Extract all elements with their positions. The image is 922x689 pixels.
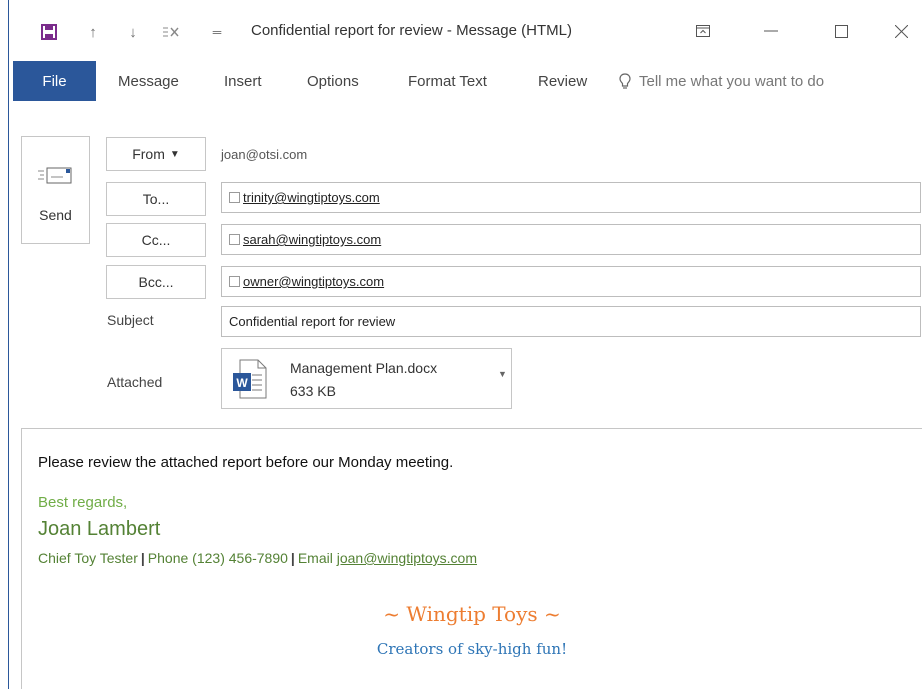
title-bar: ↑ ↓ ═ Confidential report for review - M… (9, 0, 922, 58)
bcc-recipient[interactable]: owner@wingtiptoys.com (243, 274, 384, 289)
brand-name: ~ Wingtip Toys ~ (383, 602, 561, 626)
tell-me-search[interactable]: Tell me what you want to do (619, 61, 824, 101)
to-recipient[interactable]: trinity@wingtiptoys.com (243, 190, 380, 205)
attachment-name: Management Plan.docx (290, 360, 438, 376)
attached-label: Attached (107, 374, 163, 390)
lightbulb-icon (619, 72, 631, 90)
tab-file[interactable]: File (13, 61, 96, 101)
signature-email-link[interactable]: joan@wingtiptoys.com (337, 550, 477, 566)
signature-phone: Phone (123) 456-7890 (147, 550, 288, 566)
tab-review[interactable]: Review (538, 61, 587, 101)
to-field[interactable]: trinity@wingtiptoys.com (221, 182, 921, 213)
minimize-icon[interactable] (757, 20, 785, 42)
next-item-icon[interactable]: ↓ (123, 22, 143, 42)
signature-email-label: Email (297, 550, 333, 566)
attachment-card[interactable]: W Management Plan.docx 633 KB ▼ (221, 348, 512, 409)
attachment-size: 633 KB (290, 383, 336, 399)
word-document-icon: W (232, 359, 268, 404)
svg-text:W: W (236, 376, 248, 390)
subject-field[interactable]: Confidential report for review (221, 306, 921, 337)
tab-message[interactable]: Message (118, 61, 179, 101)
brand-tagline: Creators of sky-high fun! (376, 640, 568, 658)
bcc-field[interactable]: owner@wingtiptoys.com (221, 266, 921, 297)
send-label: Send (39, 207, 72, 223)
attachment-dropdown-icon[interactable]: ▼ (498, 369, 507, 379)
recipient-checkbox-icon (229, 234, 240, 245)
message-body[interactable]: Please review the attached report before… (21, 428, 922, 689)
cc-recipient[interactable]: sarah@wingtiptoys.com (243, 232, 381, 247)
signature-name: Joan Lambert (38, 518, 161, 540)
signature-closing: Best regards, (38, 494, 128, 511)
bcc-button[interactable]: Bcc... (106, 265, 206, 299)
cc-field[interactable]: sarah@wingtiptoys.com (221, 224, 921, 255)
ribbon-display-options-icon[interactable] (689, 20, 717, 42)
subject-value: Confidential report for review (229, 314, 396, 329)
ribbon-tabs: File Message Insert Options Format Text … (9, 61, 922, 101)
to-button[interactable]: To... (106, 182, 206, 216)
previous-item-icon[interactable]: ↑ (83, 22, 103, 42)
message-window: ↑ ↓ ═ Confidential report for review - M… (8, 0, 922, 689)
recipient-checkbox-icon (229, 276, 240, 287)
save-icon[interactable] (39, 22, 59, 42)
tab-format-text[interactable]: Format Text (408, 61, 487, 101)
from-address: joan@otsi.com (221, 147, 308, 162)
maximize-icon[interactable] (827, 20, 855, 42)
recipient-checkbox-icon (229, 192, 240, 203)
signature-title: Chief Toy Tester (38, 550, 138, 566)
close-icon[interactable] (887, 20, 915, 42)
subject-label: Subject (107, 312, 154, 328)
send-button[interactable]: Send (21, 136, 90, 244)
window-title: Confidential report for review - Message… (251, 22, 572, 39)
tab-insert[interactable]: Insert (224, 61, 262, 101)
send-envelope-icon (38, 166, 74, 191)
signature-contact-line: Chief Toy Tester | Phone (123) 456-7890 | Em… (38, 550, 477, 566)
tell-me-text: Tell me what you want to do (639, 72, 825, 90)
signature-separator: | (140, 550, 145, 566)
signature-separator: | (290, 550, 295, 566)
cc-button[interactable]: Cc... (106, 223, 206, 257)
caret-down-icon: ▼ (169, 148, 180, 160)
from-label: From (132, 146, 165, 162)
from-button[interactable]: From ▼ (106, 137, 206, 171)
customize-toolbar-icon[interactable]: ═ (207, 22, 227, 42)
delete-icon[interactable] (161, 22, 181, 42)
body-text: Please review the attached report before… (38, 454, 454, 471)
tab-options[interactable]: Options (307, 61, 359, 101)
